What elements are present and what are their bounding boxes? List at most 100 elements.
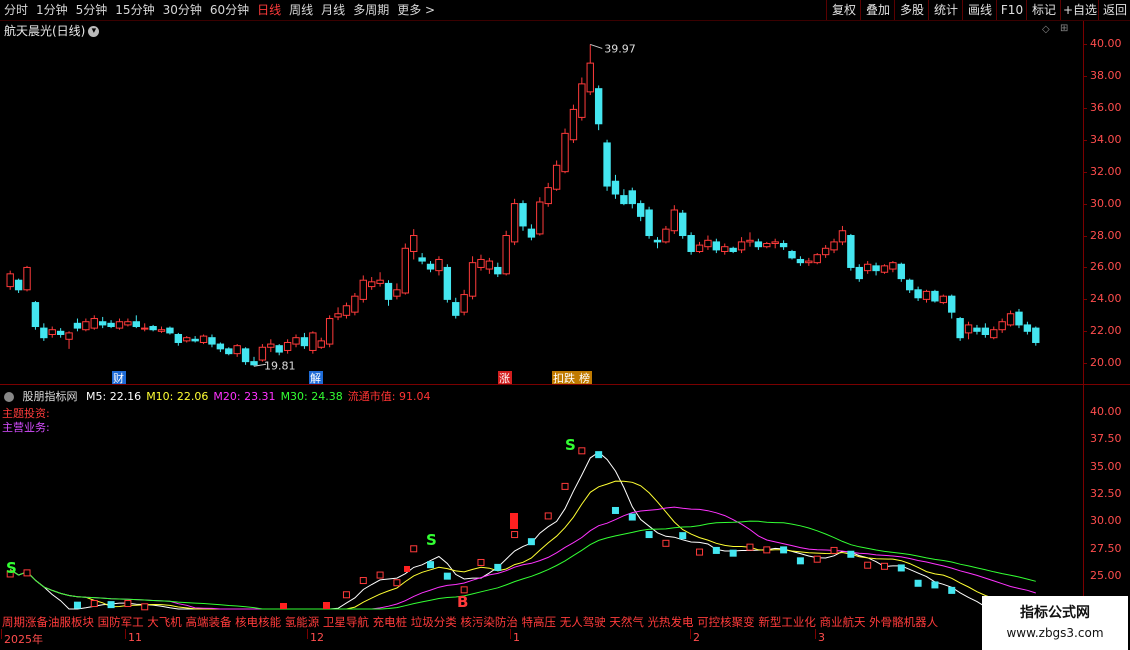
candle (452, 297, 460, 319)
signal-bar (323, 602, 330, 609)
candle (275, 344, 283, 356)
candle (98, 316, 107, 329)
candle-body (636, 203, 645, 217)
candle-body (569, 108, 578, 141)
candle-body (796, 258, 805, 264)
candle (502, 230, 510, 276)
date-axis-tick (307, 629, 308, 639)
candle (847, 233, 855, 271)
timeframe-tab-8[interactable]: 月线 (317, 0, 349, 20)
candle-body (485, 260, 494, 270)
candle (914, 286, 922, 301)
timeframe-tab-6[interactable]: 日线 (253, 0, 285, 20)
candle-body (754, 241, 763, 248)
candle-body (418, 257, 426, 262)
indicator-axis-label: 25.00 (1090, 569, 1122, 583)
date-axis-tick (1, 629, 2, 639)
date-axis-tick (125, 629, 126, 639)
timeframe-tab-0[interactable]: 分时 (0, 0, 32, 20)
candle-body (31, 302, 40, 328)
candle-body (267, 343, 275, 348)
candle-body (376, 279, 384, 284)
candle-body (367, 281, 376, 288)
candle-body (325, 318, 334, 345)
candle (586, 44, 594, 96)
indicator-candle (460, 586, 468, 594)
candle (510, 198, 519, 246)
candle (544, 182, 552, 207)
candle (855, 264, 863, 282)
timeframe-tab-2[interactable]: 5分钟 (72, 0, 112, 20)
event-tag: 财 (112, 371, 126, 384)
toolbar-button-2[interactable]: 多股 (894, 0, 929, 20)
toolbar-button-3[interactable]: 统计 (928, 0, 963, 20)
indicator-chart[interactable]: S S B S (0, 395, 1082, 615)
candle-body (519, 203, 527, 227)
indicator-axis-label: 40.00 (1090, 404, 1122, 418)
price-axis-tick (1083, 139, 1087, 141)
candle (964, 321, 973, 340)
candle (561, 128, 569, 174)
candle (199, 334, 208, 345)
event-tag-label: 财 (113, 371, 124, 384)
toolbar-button-8[interactable]: 返回 (1098, 0, 1130, 20)
low-marker-label: 19.81 (264, 359, 296, 372)
signal-marker: S (6, 559, 17, 577)
signal-marker: S (565, 436, 576, 454)
price-axis-tick (1083, 43, 1087, 45)
indicator-candle (679, 532, 687, 540)
price-axis-tick (1083, 203, 1087, 205)
indicator-candle (611, 506, 619, 514)
timeframe-tab-9[interactable]: 多周期 (349, 0, 393, 20)
timeframe-tab-10[interactable]: 更多 > (393, 0, 439, 20)
price-axis-tick (1083, 171, 1087, 173)
toolbar-button-5[interactable]: F10 (996, 0, 1027, 20)
candle (477, 254, 485, 271)
toolbar-button-1[interactable]: 叠加 (860, 0, 895, 20)
candle (813, 253, 821, 265)
toolbar-button-4[interactable]: 画线 (962, 0, 997, 20)
candle (435, 256, 443, 276)
candle-body (73, 322, 82, 329)
candlestick-chart[interactable]: 39.97 19.81 财 解 涨 扣跌榜 (0, 20, 1082, 384)
indicator-candle (73, 601, 81, 609)
price-axis-tick (1083, 267, 1087, 269)
candle (191, 336, 199, 343)
indicator-axis-label: 37.50 (1090, 432, 1122, 446)
timeframe-tab-3[interactable]: 15分钟 (111, 0, 158, 20)
candle (670, 205, 679, 234)
timeframe-tab-4[interactable]: 30分钟 (159, 0, 206, 20)
candle-body (771, 241, 779, 245)
candle-body (889, 262, 897, 270)
indicator-axis-label: 32.50 (1090, 487, 1122, 501)
candle (712, 238, 721, 254)
timeframe-tab-5[interactable]: 60分钟 (206, 0, 253, 20)
candle-body (258, 346, 267, 361)
timeframe-tab-1[interactable]: 1分钟 (32, 0, 72, 20)
axis-divider (1083, 21, 1084, 631)
candle (157, 326, 166, 333)
candle (73, 318, 82, 332)
toolbar-button-0[interactable]: 复权 (826, 0, 861, 20)
candle (250, 356, 258, 367)
candle-body (225, 348, 233, 355)
candle-body (98, 321, 107, 326)
indicator-candle (342, 591, 350, 599)
candle-body (443, 266, 452, 300)
candle (872, 262, 880, 276)
indicator-candle (897, 564, 905, 572)
timeframe-tab-7[interactable]: 周线 (285, 0, 317, 20)
indicator-candle (796, 557, 804, 565)
candle (384, 280, 393, 306)
candle-body (1015, 311, 1023, 326)
price-axis-label: 32.00 (1090, 164, 1122, 178)
toolbar-button-6[interactable]: 标记 (1026, 0, 1061, 20)
indicator-candle (376, 571, 384, 579)
toolbar-button-7[interactable]: +自选 (1060, 0, 1099, 20)
candle (754, 238, 763, 250)
candle-body (922, 290, 931, 300)
indicator-candle (813, 555, 821, 563)
candle (611, 174, 620, 199)
indicator-candle (780, 546, 788, 554)
candle-body (199, 335, 208, 343)
